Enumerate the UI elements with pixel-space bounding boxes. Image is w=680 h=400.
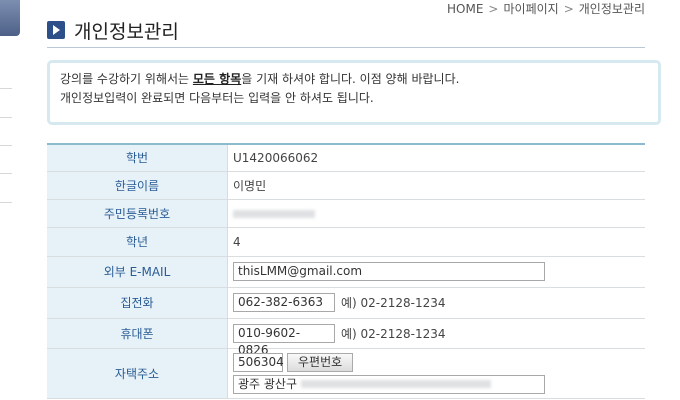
grade-value: 4 [227,227,645,257]
sidebar-divider [0,145,12,146]
breadcrumb-separator-icon: > [488,2,499,16]
address-redacted [300,380,491,388]
breadcrumb-current: 개인정보관리 [578,2,645,16]
notice-line-2: 개인정보입력이 완료되면 다음부터는 입력을 안 하셔도 됩니다. [60,91,374,105]
resident-number-redacted [233,209,315,218]
title-divider [47,47,645,48]
row-external-email: 외부 E-MAIL thisLMM@gmail.com [47,256,645,288]
row-mobile-phone: 휴대폰 010-9602-0826 예) 02-2128-1234 [47,318,645,357]
resident-number-label: 주민등록번호 [47,199,228,228]
breadcrumb-separator-icon: > [563,2,574,16]
address-row: 광주 광산구 [233,374,645,394]
mobile-phone-input[interactable]: 010-9602-0826 [233,323,335,357]
home-phone-input[interactable]: 062-382-6363 [233,293,335,312]
title-arrow-icon [47,21,65,39]
grade-label: 학년 [47,227,228,257]
external-email-input[interactable]: thisLMM@gmail.com [233,262,545,281]
breadcrumb-mypage[interactable]: 마이페이지 [503,2,558,16]
mobile-phone-label: 휴대폰 [47,318,228,349]
postal-code-button[interactable]: 우편번호 [287,352,354,372]
breadcrumb-home[interactable]: HOME [447,2,483,16]
breadcrumb: HOME > 마이페이지 > 개인정보관리 [447,0,645,17]
korean-name-value: 이명민 [227,171,645,200]
notice-box: 강의를 수강하기 위해서는 모든 항목을 기재 하셔야 합니다. 이점 양해 바… [47,60,661,125]
home-phone-hint: 예) 02-2128-1234 [341,296,446,310]
page-title: 개인정보관리 [74,21,179,43]
personal-info-form: 학번 U1420066062 한글이름 이명민 주민등록번호 학년 4 외부 E… [47,143,645,399]
sidebar-tab[interactable] [0,0,20,36]
external-email-label: 외부 E-MAIL [47,256,228,288]
notice-emphasis: 모든 항목 [192,72,242,86]
address-label: 자택주소 [47,348,228,399]
postal-code-row: 506304 우편번호 [233,352,645,372]
notice-text: 강의를 수강하기 위해서는 [60,72,193,86]
sidebar-divider [0,117,12,118]
row-address: 자택주소 506304 우편번호 광주 광산구 [47,348,645,399]
student-id-value: U1420066062 [227,144,645,172]
postal-code-input[interactable]: 506304 [233,352,284,372]
home-phone-label: 집전화 [47,287,228,319]
row-home-phone: 집전화 062-382-6363 예) 02-2128-1234 [47,287,645,319]
student-id-label: 학번 [47,144,228,172]
row-resident-number: 주민등록번호 [47,199,645,228]
sidebar-divider [0,173,12,174]
row-korean-name: 한글이름 이명민 [47,171,645,200]
korean-name-label: 한글이름 [47,171,228,200]
notice-text: 을 기재 하셔야 합니다. 이점 양해 바랍니다. [241,72,460,86]
row-student-id: 학번 U1420066062 [47,144,645,172]
notice-line-1: 강의를 수강하기 위해서는 모든 항목을 기재 하셔야 합니다. 이점 양해 바… [60,70,648,89]
row-grade: 학년 4 [47,227,645,257]
mobile-phone-hint: 예) 02-2128-1234 [341,326,446,341]
sidebar-divider [0,202,12,203]
address-input[interactable]: 광주 광산구 [233,374,545,394]
sidebar-divider [0,88,12,89]
address-text: 광주 광산구 [238,376,298,391]
